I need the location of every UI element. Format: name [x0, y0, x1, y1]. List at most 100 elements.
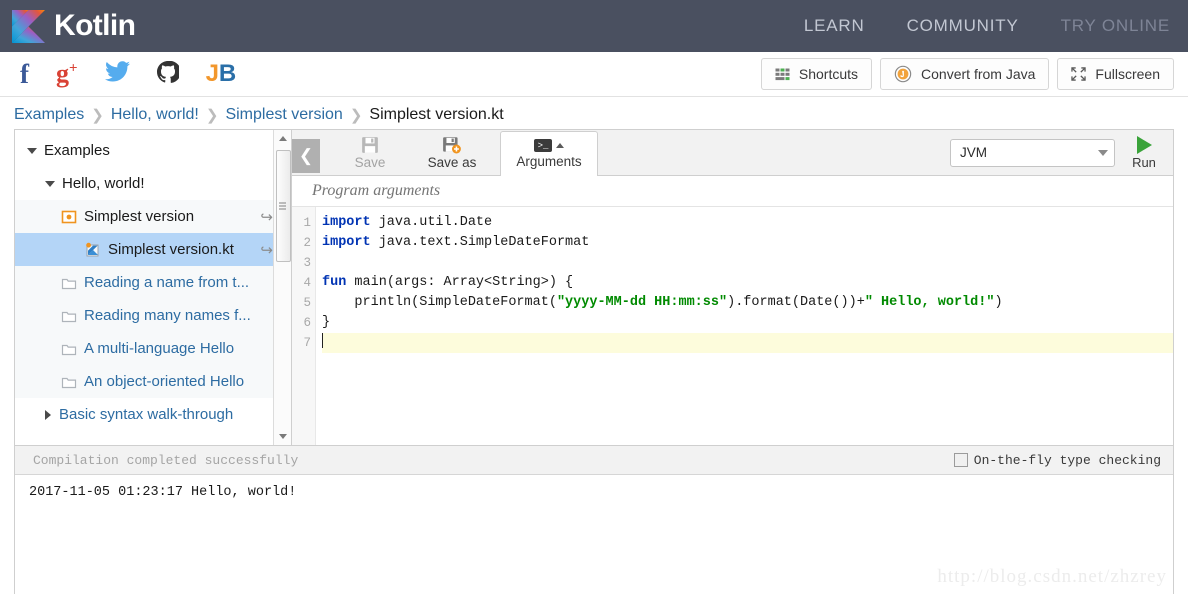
on-the-fly-type-checking-toggle[interactable]: On-the-fly type checking — [953, 452, 1161, 468]
social-toolbar: f g+ JB Shortcuts Convert from Java Full… — [0, 52, 1188, 97]
line-number: 4 — [303, 276, 311, 290]
fullscreen-button[interactable]: Fullscreen — [1057, 58, 1174, 90]
folder-icon — [61, 377, 77, 388]
chevron-right-icon[interactable] — [45, 409, 51, 420]
line-number: 5 — [303, 296, 311, 310]
output-console: 2017-11-05 01:23:17 Hello, world! http:/… — [15, 475, 1173, 594]
folder-icon — [61, 311, 77, 322]
sidebar-item-label: Simplest version — [84, 208, 195, 225]
line-number: 2 — [303, 236, 311, 250]
convert-from-java-button[interactable]: Convert from Java — [880, 58, 1050, 90]
target-platform-select[interactable]: JVM — [950, 138, 1115, 167]
on-the-fly-label: On-the-fly type checking — [973, 452, 1161, 468]
save-as-button[interactable]: Save as — [412, 130, 492, 175]
sidebar-item-object-oriented-hello[interactable]: An object-oriented Hello — [15, 365, 291, 398]
breadcrumb-separator-icon: ❯ — [205, 107, 219, 124]
run-label: Run — [1132, 154, 1156, 170]
brand-name: Kotlin — [54, 9, 136, 42]
target-platform-value: JVM — [960, 145, 987, 160]
revert-icon[interactable]: ↪ — [260, 241, 273, 259]
sidebar-item-label: Simplest version.kt — [108, 241, 234, 258]
editor-actions: Shortcuts Convert from Java Fullscreen — [760, 52, 1174, 96]
sidebar-item-examples[interactable]: Examples — [15, 134, 291, 167]
sidebar-item-label: Reading many names f... — [84, 307, 251, 324]
examples-tree: Examples Hello, world! Simplest version … — [15, 130, 291, 431]
sidebar-item-label: Hello, world! — [62, 175, 145, 192]
save-label: Save — [354, 154, 386, 170]
keyboard-icon — [775, 68, 790, 80]
sidebar-item-basic-syntax-walk-through[interactable]: Basic syntax walk-through — [15, 398, 291, 431]
editor-pane: ❮ Save Save as >_ Arguments JVM Run Prog… — [292, 130, 1173, 445]
sidebar-item-simplest-version[interactable]: Simplest version ↪ — [15, 200, 291, 233]
scroll-up-icon[interactable] — [274, 130, 291, 147]
shortcuts-label: Shortcuts — [798, 66, 859, 82]
play-icon — [1136, 135, 1152, 154]
status-bar: Compilation completed successfully On-th… — [15, 446, 1173, 475]
console-output-line: 2017-11-05 01:23:17 Hello, world! — [29, 485, 297, 500]
editor-toolbar: ❮ Save Save as >_ Arguments JVM Run — [292, 130, 1173, 176]
folder-icon — [61, 278, 77, 289]
code-line: import java.text.SimpleDateFormat — [322, 235, 590, 250]
convert-label: Convert from Java — [921, 66, 1036, 82]
code-line: } — [322, 315, 331, 330]
run-button[interactable]: Run — [1123, 135, 1165, 170]
breadcrumb-item-hello-world[interactable]: Hello, world! — [111, 106, 199, 124]
chevron-down-icon[interactable] — [45, 180, 55, 187]
nav-link-community[interactable]: COMMUNITY — [907, 16, 1019, 36]
site-header: Kotlin LEARN COMMUNITY TRY ONLINE — [0, 0, 1188, 52]
program-arguments-row — [292, 176, 1173, 207]
sidebar-item-simplest-version-kt[interactable]: Simplest version.kt ↪ — [15, 233, 291, 266]
brand-logo[interactable]: Kotlin — [12, 9, 136, 43]
code-line: println(SimpleDateFormat("yyyy-MM-dd HH:… — [322, 295, 1003, 310]
save-as-label: Save as — [427, 154, 477, 170]
github-icon[interactable] — [156, 60, 181, 88]
code-line — [322, 333, 1173, 353]
save-as-icon — [443, 136, 461, 153]
jetbrains-icon[interactable]: JB — [206, 62, 237, 86]
sidebar-item-multi-language-hello[interactable]: A multi-language Hello — [15, 332, 291, 365]
chevron-down-icon[interactable] — [1098, 149, 1108, 156]
sidebar-item-label: Reading a name from t... — [84, 274, 250, 291]
sidebar-scrollbar[interactable] — [273, 130, 291, 445]
arguments-tab-label: Arguments — [516, 154, 582, 169]
fullscreen-label: Fullscreen — [1095, 66, 1160, 82]
revert-icon[interactable]: ↪ — [260, 208, 273, 226]
social-links: f g+ JB — [20, 60, 237, 88]
save-icon — [362, 136, 378, 153]
primary-nav: LEARN COMMUNITY TRY ONLINE — [804, 0, 1170, 52]
nav-link-learn[interactable]: LEARN — [804, 16, 865, 36]
sidebar-item-reading-a-name[interactable]: Reading a name from t... — [15, 266, 291, 299]
line-number: 6 — [303, 316, 311, 330]
shortcuts-button[interactable]: Shortcuts — [760, 58, 873, 90]
nav-link-try-online[interactable]: TRY ONLINE — [1061, 16, 1170, 36]
text-cursor — [322, 333, 323, 348]
collapse-sidebar-button[interactable]: ❮ — [292, 139, 320, 173]
scroll-down-icon[interactable] — [274, 428, 291, 445]
program-arguments-input[interactable] — [310, 181, 1091, 201]
breadcrumb-separator-icon: ❯ — [91, 107, 104, 124]
scrollbar-thumb[interactable] — [276, 150, 291, 262]
twitter-icon[interactable] — [104, 61, 130, 87]
line-number: 7 — [303, 336, 311, 350]
sidebar-item-reading-many-names[interactable]: Reading many names f... — [15, 299, 291, 332]
kotlin-file-icon — [86, 242, 99, 256]
fullscreen-icon — [1071, 67, 1087, 81]
breadcrumb-item-simplest-version[interactable]: Simplest version — [225, 106, 342, 124]
facebook-icon[interactable]: f — [20, 60, 29, 88]
chevron-up-icon[interactable] — [556, 143, 564, 148]
code-text[interactable]: import java.util.Date import java.text.Si… — [316, 207, 1173, 445]
chevron-down-icon[interactable] — [27, 147, 37, 154]
playground-shell: Examples Hello, world! Simplest version … — [14, 129, 1174, 594]
compilation-status-text: Compilation completed successfully — [33, 452, 299, 468]
example-file-icon — [61, 210, 77, 223]
sidebar-item-label: Examples — [44, 142, 110, 159]
checkbox-icon[interactable] — [953, 453, 968, 467]
sidebar-item-hello-world[interactable]: Hello, world! — [15, 167, 291, 200]
tab-arguments[interactable]: >_ Arguments — [500, 131, 598, 176]
breadcrumb: Examples ❯ Hello, world! ❯ Simplest vers… — [0, 97, 1188, 129]
sidebar-item-label: A multi-language Hello — [84, 340, 235, 357]
google-plus-icon[interactable]: g+ — [56, 61, 78, 87]
save-button[interactable]: Save — [334, 130, 406, 175]
breadcrumb-item-examples[interactable]: Examples — [14, 106, 84, 124]
code-editor[interactable]: 1 2 3 4 5 6 7 import java.util.Date impor… — [292, 207, 1173, 445]
